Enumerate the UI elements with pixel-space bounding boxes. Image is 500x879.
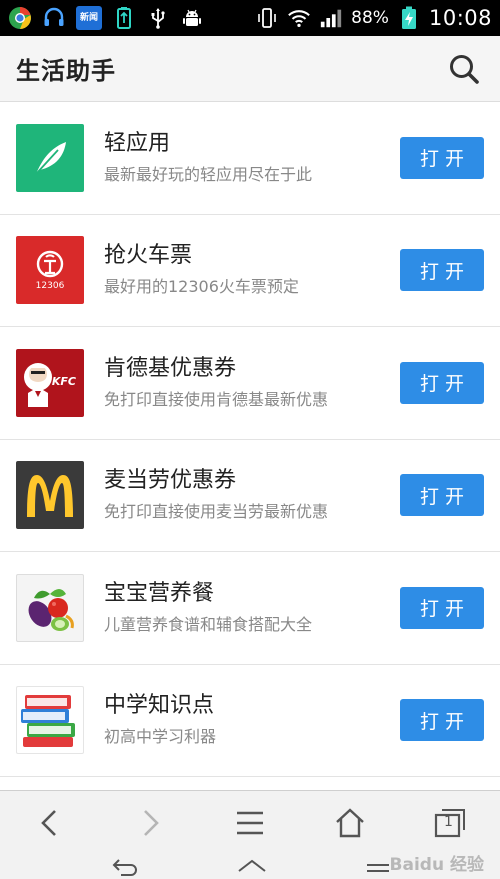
news-badge-text: 新闻 xyxy=(79,12,98,23)
list-item-light-app[interactable]: 轻应用 最新最好玩的轻应用尽在于此 打开 xyxy=(0,102,500,215)
baidu-watermark: Baidu 经验 xyxy=(389,855,484,875)
back-icon xyxy=(41,809,56,836)
battery-percent: 88% xyxy=(351,8,389,28)
list-item-title: 宝宝营养餐 xyxy=(104,580,215,606)
home-button[interactable] xyxy=(320,798,380,848)
status-bar: 新闻 88% 10:08 xyxy=(0,0,500,36)
chrome-icon xyxy=(8,6,32,30)
list-item-mcdonalds-coupons[interactable]: 麦当劳优惠券 免打印直接使用麦当劳最新优惠 打开 xyxy=(0,440,500,552)
system-status: 88% 10:08 xyxy=(255,6,492,30)
list-item-text: 轻应用 最新最好玩的轻应用尽在于此 xyxy=(104,129,400,187)
list-item-text: 麦当劳优惠券 免打印直接使用麦当劳最新优惠 xyxy=(104,466,400,524)
usb-battery-icon xyxy=(112,6,136,30)
list-item-title: 肯德基优惠券 xyxy=(104,355,237,381)
app-header: 生活助手 xyxy=(0,36,500,102)
list-item-title: 中学知识点 xyxy=(104,693,215,719)
list-item-text: 肯德基优惠券 免打印直接使用肯德基最新优惠 xyxy=(104,354,400,412)
list-item-title: 麦当劳优惠券 xyxy=(104,468,237,494)
list-item-text: 抢火车票 最好用的12306火车票预定 xyxy=(104,241,400,299)
list-item-subtitle: 儿童营养食谱和辅食搭配大全 xyxy=(104,614,313,634)
system-menu-icon[interactable] xyxy=(365,857,391,877)
open-button[interactable]: 打开 xyxy=(400,699,484,742)
headset-icon xyxy=(42,6,66,30)
open-button[interactable]: 打开 xyxy=(400,474,484,517)
tabs-count: 1 xyxy=(444,813,453,830)
wifi-icon xyxy=(287,6,311,30)
open-button[interactable]: 打开 xyxy=(400,249,484,292)
list-item-subtitle: 免打印直接使用麦当劳最新优惠 xyxy=(104,502,329,522)
browser-nav-bar: 1 xyxy=(0,790,500,854)
usb-icon xyxy=(146,6,170,30)
books-icon xyxy=(16,686,84,755)
page-title: 生活助手 xyxy=(16,57,116,85)
battery-charging-icon xyxy=(397,6,421,30)
kfc-icon-text: KFC xyxy=(51,374,76,388)
signal-icon xyxy=(319,6,343,30)
list-item-title: 抢火车票 xyxy=(104,243,193,269)
app-list: 轻应用 最新最好玩的轻应用尽在于此 打开 12306 抢火车票 最好用的1230… xyxy=(0,102,500,790)
list-item-kfc-coupons[interactable]: KFC 肯德基优惠券 免打印直接使用肯德基最新优惠 打开 xyxy=(0,327,500,440)
railway-12306-icon: 12306 xyxy=(16,236,84,305)
list-item-text: 中学知识点 初高中学习利器 xyxy=(104,691,400,749)
system-back-icon[interactable] xyxy=(109,857,139,877)
list-item-subtitle: 最好用的12306火车票预定 xyxy=(104,277,299,297)
vibrate-icon xyxy=(255,6,279,30)
open-button[interactable]: 打开 xyxy=(400,361,484,404)
list-item-train-tickets[interactable]: 12306 抢火车票 最好用的12306火车票预定 打开 xyxy=(0,215,500,327)
railway-icon-text: 12306 xyxy=(35,281,65,292)
search-button[interactable] xyxy=(444,49,484,89)
news-icon: 新闻 xyxy=(76,6,102,30)
list-item-subtitle: 初高中学习利器 xyxy=(104,727,217,747)
home-icon xyxy=(336,807,364,837)
kfc-icon: KFC xyxy=(16,348,84,417)
tabs-button[interactable]: 1 xyxy=(420,798,480,848)
open-button[interactable]: 打开 xyxy=(400,136,484,179)
notification-icons: 新闻 xyxy=(8,6,204,30)
list-item-subtitle: 最新最好玩的轻应用尽在于此 xyxy=(104,164,313,184)
forward-icon xyxy=(144,809,159,836)
menu-button[interactable] xyxy=(220,798,280,848)
clock: 10:08 xyxy=(428,6,492,30)
list-item-text: 宝宝营养餐 儿童营养食谱和辅食搭配大全 xyxy=(104,579,400,637)
list-item-title: 轻应用 xyxy=(104,130,171,156)
search-icon xyxy=(450,54,479,84)
menu-icon xyxy=(237,811,263,834)
forward-button[interactable] xyxy=(120,798,180,848)
back-button[interactable] xyxy=(20,798,80,848)
vegetables-icon xyxy=(16,573,84,642)
system-home-icon[interactable] xyxy=(236,857,268,877)
android-debug-icon xyxy=(180,6,204,30)
list-item-baby-meals[interactable]: 宝宝营养餐 儿童营养食谱和辅食搭配大全 打开 xyxy=(0,552,500,665)
feather-icon xyxy=(16,123,84,192)
mcdonalds-icon xyxy=(16,461,84,530)
list-item-subtitle: 免打印直接使用肯德基最新优惠 xyxy=(104,389,329,409)
open-button[interactable]: 打开 xyxy=(400,586,484,629)
list-item-middle-school[interactable]: 中学知识点 初高中学习利器 打开 xyxy=(0,665,500,777)
